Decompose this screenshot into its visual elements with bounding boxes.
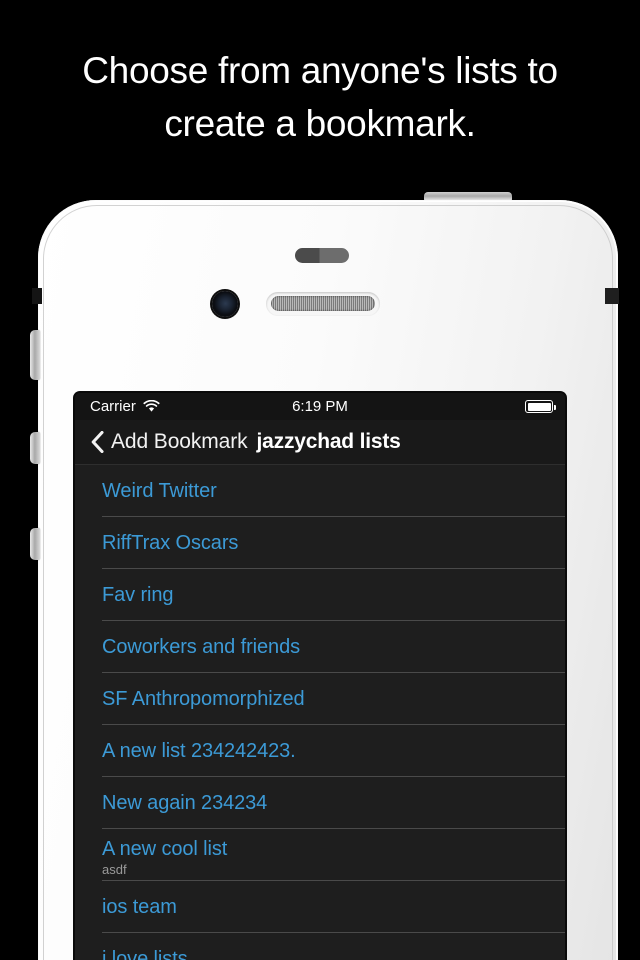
earpiece-speaker-icon <box>271 296 375 311</box>
list-item-title: Weird Twitter <box>102 480 217 502</box>
device-screen: Carrier 6:19 PM Add Bookmark jazzychad l… <box>75 393 565 960</box>
list-item[interactable]: RiffTrax Oscars <box>75 517 565 569</box>
list-item-subtitle: asdf <box>102 862 127 877</box>
list-item-title: SF Anthropomorphized <box>102 688 305 710</box>
back-button-label: Add Bookmark <box>111 430 248 453</box>
status-bar: Carrier 6:19 PM <box>75 393 565 420</box>
list-item-title: Coworkers and friends <box>102 636 300 658</box>
list-item[interactable]: SF Anthropomorphized <box>75 673 565 725</box>
list-item[interactable]: A new cool list asdf <box>75 829 565 881</box>
front-camera-icon <box>212 291 238 317</box>
mute-switch[interactable] <box>30 330 40 380</box>
list-item[interactable]: Coworkers and friends <box>75 621 565 673</box>
status-bar-time: 6:19 PM <box>292 398 348 415</box>
list-table[interactable]: Weird Twitter RiffTrax Oscars Fav ring Cowo… <box>75 465 565 960</box>
volume-down-button[interactable] <box>30 528 40 560</box>
screenshot-root: Choose from anyone's lists to create a b… <box>0 0 640 960</box>
list-item-title: i love lists <box>102 948 188 960</box>
navigation-bar: Add Bookmark jazzychad lists <box>75 420 565 465</box>
list-item[interactable]: A new list 234242423. <box>75 725 565 777</box>
list-item-title: New again 234234 <box>102 792 268 814</box>
nav-title: jazzychad lists <box>256 430 401 453</box>
list-item[interactable]: i love lists <box>75 933 565 960</box>
proximity-sensor-icon <box>295 248 349 263</box>
antenna-band-left <box>32 288 42 304</box>
list-item-title: ios team <box>102 896 177 918</box>
list-item-title: A new cool list <box>102 838 228 860</box>
battery-fill <box>527 402 551 411</box>
antenna-band-right <box>605 288 619 304</box>
chevron-left-icon <box>91 431 111 453</box>
list-item[interactable]: Fav ring <box>75 569 565 621</box>
list-item[interactable]: Weird Twitter <box>75 465 565 517</box>
list-item[interactable]: New again 234234 <box>75 777 565 829</box>
list-item[interactable]: ios team <box>75 881 565 933</box>
list-item-title: A new list 234242423. <box>102 740 296 762</box>
battery-full-icon <box>525 400 556 413</box>
headline-line-1: Choose from anyone's lists to <box>82 50 558 91</box>
list-item-title: RiffTrax Oscars <box>102 532 239 554</box>
list-item-title: Fav ring <box>102 584 174 606</box>
page-title: Choose from anyone's lists to create a b… <box>0 44 640 150</box>
headline-line-2: create a bookmark. <box>164 103 476 144</box>
volume-up-button[interactable] <box>30 432 40 464</box>
back-button[interactable]: Add Bookmark <box>91 430 248 454</box>
